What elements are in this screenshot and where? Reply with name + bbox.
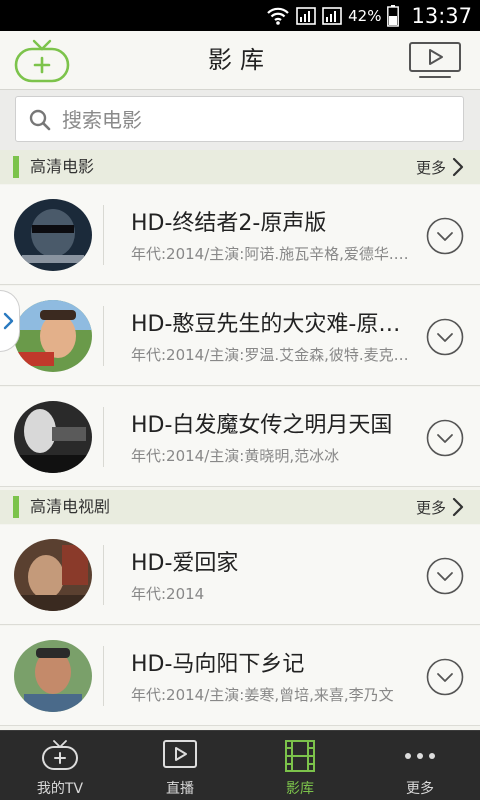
play-screen-icon (409, 42, 461, 78)
battery-icon (387, 4, 400, 27)
tab-my-tv[interactable]: 我的TV (0, 731, 120, 800)
section-title: 高清电影 (30, 157, 95, 176)
item-title: HD-爱回家 (131, 551, 239, 576)
search-input[interactable] (62, 103, 452, 137)
item-meta: 年代:2014/主演:姜寒,曾培,来喜,李乃文 (131, 686, 394, 704)
item-meta: 年代:2014 (131, 585, 205, 603)
app-header: 影库 (0, 31, 480, 90)
tab-library[interactable]: 影库 (240, 731, 360, 800)
sim1-signal-icon (296, 6, 316, 26)
section-title: 高清电视剧 (30, 497, 111, 516)
list-item[interactable]: HD-爱回家 年代:2014 (0, 525, 480, 625)
wifi-icon (266, 6, 290, 26)
sim2-signal-icon (322, 6, 342, 26)
live-play-button[interactable] (408, 41, 462, 81)
list-item[interactable]: HD-终结者2-原声版 年代:2014/主演:阿诺.施瓦辛格,爱德华.福隆 (0, 185, 480, 285)
search-box[interactable] (15, 96, 464, 142)
tv-add-icon (42, 740, 78, 770)
section-header-tv-series: 高清电视剧 更多 (0, 490, 480, 524)
expand-chevron-icon[interactable] (426, 419, 464, 457)
item-title: HD-憨豆先生的大灾难-原声版 (131, 312, 411, 337)
poster-thumbnail (14, 401, 92, 473)
item-title: HD-马向阳下乡记 (131, 652, 305, 677)
expand-chevron-icon[interactable] (426, 318, 464, 356)
poster-thumbnail (14, 539, 92, 611)
search-area (0, 90, 480, 150)
more-link-movies[interactable]: 更多 (416, 150, 464, 184)
poster-thumbnail (14, 199, 92, 271)
film-strip-icon (285, 740, 315, 772)
more-dots-icon (405, 753, 435, 759)
item-meta: 年代:2014/主演:罗温.艾金森,彼特.麦克尼可 (131, 346, 411, 364)
more-link-tv-series[interactable]: 更多 (416, 490, 464, 524)
tab-label: 直播 (166, 781, 194, 797)
section-accent-bar (13, 496, 19, 518)
chevron-right-icon (3, 312, 14, 330)
more-label: 更多 (415, 158, 446, 177)
section-header-movies: 高清电影 更多 (0, 150, 480, 184)
chevron-right-icon (452, 497, 464, 517)
chevron-right-icon (452, 157, 464, 177)
expand-chevron-icon[interactable] (426, 557, 464, 595)
list-item[interactable]: HD-马向阳下乡记 年代:2014/主演:姜寒,曾培,来喜,李乃文 (0, 626, 480, 726)
item-meta: 年代:2014/主演:阿诺.施瓦辛格,爱德华.福隆 (131, 245, 411, 263)
bottom-tab-bar: 我的TV 直播 影库 更多 (0, 730, 480, 800)
tab-live[interactable]: 直播 (120, 731, 240, 800)
tv-add-icon (14, 39, 70, 83)
tab-more[interactable]: 更多 (360, 731, 480, 800)
item-divider (103, 646, 104, 706)
poster-thumbnail (14, 300, 92, 372)
search-icon (29, 109, 51, 131)
list-item[interactable]: HD-白发魔女传之明月天国 年代:2014/主演:黄晓明,范冰冰 (0, 387, 480, 487)
tab-label: 更多 (406, 781, 434, 797)
tab-label: 我的TV (36, 781, 84, 797)
list-item[interactable]: HD-憨豆先生的大灾难-原声版 年代:2014/主演:罗温.艾金森,彼特.麦克尼… (0, 286, 480, 386)
battery-percent: 42% (348, 6, 382, 25)
poster-thumbnail (14, 640, 92, 712)
more-label: 更多 (415, 498, 446, 517)
item-meta: 年代:2014/主演:黄晓明,范冰冰 (131, 447, 340, 465)
expand-chevron-icon[interactable] (426, 217, 464, 255)
item-divider (103, 545, 104, 605)
clock: 13:37 (411, 3, 472, 28)
item-divider (103, 306, 104, 366)
expand-chevron-icon[interactable] (426, 658, 464, 696)
tv-add-button[interactable] (12, 37, 72, 85)
item-title: HD-终结者2-原声版 (131, 211, 327, 236)
item-title: HD-白发魔女传之明月天国 (131, 413, 393, 438)
tab-label: 影库 (286, 781, 314, 797)
section-accent-bar (13, 156, 19, 178)
item-divider (103, 205, 104, 265)
item-divider (103, 407, 104, 467)
status-bar: 42% 13:37 (0, 0, 480, 31)
play-screen-icon (163, 740, 197, 768)
